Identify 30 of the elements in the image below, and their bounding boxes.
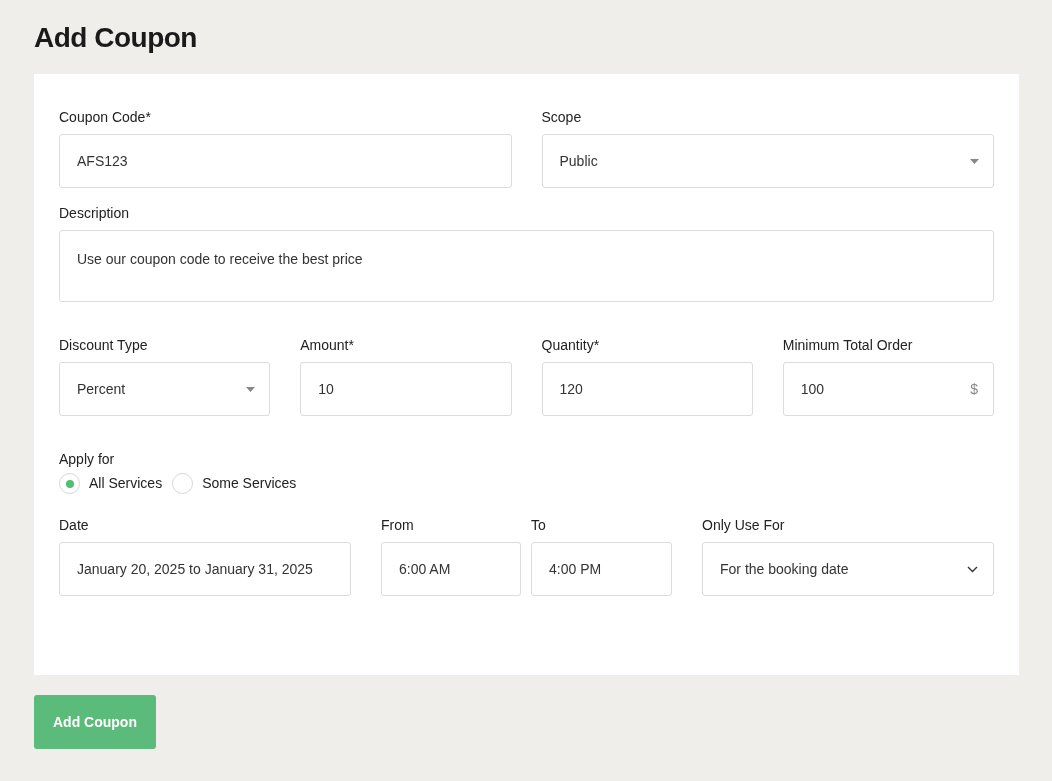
radio-option[interactable]: Some Services [172,473,297,494]
field-label: Only Use For [702,516,786,535]
field-label: Quantity* [541,336,601,355]
input-field[interactable]: 10 [300,362,512,416]
input-field[interactable]: 6:00 AM [381,542,521,596]
input-field[interactable]: 4:00 PM [531,542,672,596]
field-label: Scope [541,108,583,127]
currency-suffix: $ [970,379,978,399]
field-label: Amount* [300,336,355,355]
input-field[interactable]: AFS123 [59,134,512,188]
chevron-down-icon [967,565,978,573]
select-field[interactable]: For the booking date [702,542,994,596]
field-label: Date [59,516,90,535]
caret-icon [970,158,979,164]
field-label: Coupon Code* [59,108,152,127]
input-field[interactable]: 100 $ [782,362,994,416]
page-title: Add Coupon [34,21,198,55]
field-label: Apply for [59,450,116,469]
field-label: To [531,516,547,535]
field-label: Description [59,204,131,223]
field-label: From [381,516,415,535]
input-field[interactable]: 120 [541,362,753,416]
select-field[interactable]: Public [541,134,994,188]
radio-option[interactable]: All Services [59,473,163,494]
input-field[interactable]: January 20, 2025 to January 31, 2025 [59,542,351,596]
select-field[interactable]: Percent [59,362,271,416]
caret-icon [246,386,256,392]
text-area[interactable]: Use our coupon code to receive the best price [59,230,994,302]
field-label: Minimum Total Order [782,336,914,355]
field-label: Discount Type [59,336,149,355]
